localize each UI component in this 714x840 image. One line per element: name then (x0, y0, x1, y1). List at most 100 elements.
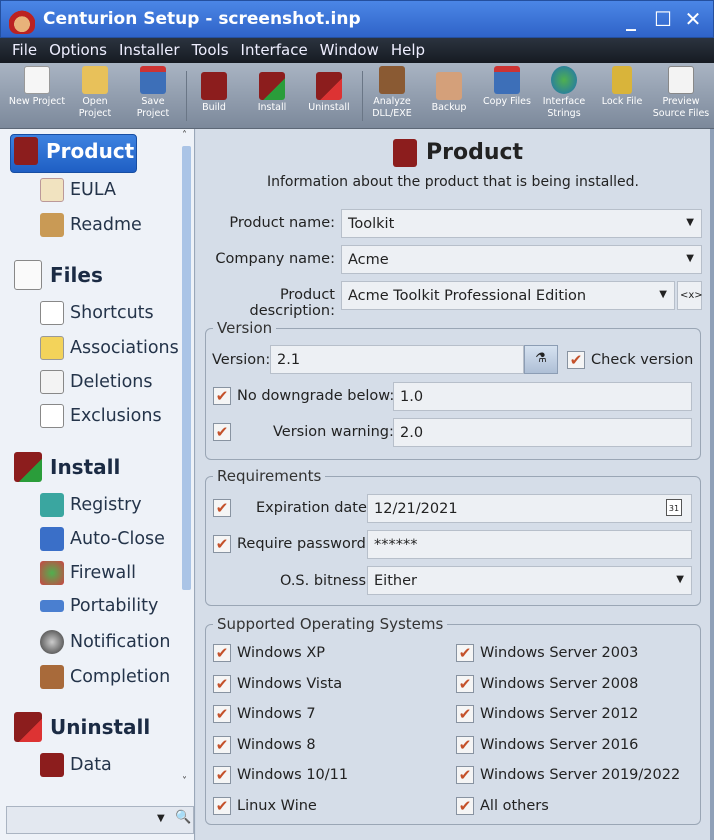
analyze-dll-button[interactable]: Analyze DLL/EXE (363, 66, 421, 120)
sidebar-item-install[interactable]: Install (14, 452, 120, 482)
close-button[interactable]: ✕ (679, 7, 707, 31)
sidebar-item-readme[interactable]: Readme (40, 213, 142, 237)
calendar-icon[interactable]: 31 (666, 499, 682, 516)
product-box-icon (14, 137, 38, 165)
lock-file-button[interactable]: Lock File (593, 66, 651, 108)
button-label: Interface Strings (542, 96, 586, 119)
uninstall-button[interactable]: Uninstall (300, 72, 358, 114)
preview-source-button[interactable]: Preview Source Files (650, 66, 712, 120)
maximize-button[interactable]: ☐ (649, 7, 677, 31)
version-warning-checkbox[interactable]: ✔ (213, 423, 231, 441)
button-label: New Project (8, 96, 66, 107)
bitness-select[interactable]: Either (367, 566, 692, 595)
no-downgrade-checkbox[interactable]: ✔ (213, 387, 231, 405)
button-label: Uninstall (308, 102, 350, 113)
scroll-down-icon[interactable]: ˅ (182, 776, 187, 787)
menu-interface[interactable]: Interface (235, 38, 314, 63)
preview-icon (668, 66, 694, 94)
button-label: Backup (431, 102, 467, 113)
sidebar-item-exclusions[interactable]: Exclusions (40, 404, 162, 428)
sidebar-item-uninstall[interactable]: Uninstall (14, 712, 150, 742)
uninstall-icon (316, 72, 342, 100)
sidebar-item-firewall[interactable]: Firewall (40, 561, 136, 585)
os-checkbox[interactable]: ✔ (213, 796, 231, 815)
menu-file[interactable]: File (6, 38, 43, 63)
build-icon (201, 72, 227, 100)
button-label: Install (257, 102, 287, 113)
sidebar-item-notification[interactable]: Notification (40, 630, 170, 654)
microscope-icon[interactable]: ⚗ (524, 345, 558, 374)
password-input[interactable]: ****** (367, 530, 692, 559)
copy-files-button[interactable]: Copy Files (478, 66, 536, 108)
save-project-icon (140, 66, 166, 94)
os-checkbox[interactable]: ✔ (456, 644, 474, 662)
sidebar-item-shortcuts[interactable]: Shortcuts (40, 301, 154, 325)
deletions-icon (40, 370, 64, 394)
insert-variable-button[interactable]: <x> (677, 281, 703, 310)
sidebar-item-label: EULA (70, 180, 116, 200)
os-checkbox[interactable]: ✔ (456, 735, 474, 754)
menu-installer[interactable]: Installer (113, 38, 186, 63)
sidebar-item-label: Data (70, 755, 112, 775)
new-project-button[interactable]: New Project (8, 66, 66, 108)
sidebar-item-label: Deletions (70, 372, 153, 392)
os-checkbox[interactable]: ✔ (213, 705, 231, 723)
build-button[interactable]: Build (185, 72, 243, 114)
sidebar-item-label: Firewall (70, 563, 136, 583)
check-version-checkbox[interactable]: ✔ (567, 351, 585, 369)
os-checkbox[interactable]: ✔ (456, 674, 474, 693)
os-checkbox[interactable]: ✔ (456, 796, 474, 815)
sidebar-item-auto-close[interactable]: Auto-Close (40, 527, 165, 551)
scroll-up-icon[interactable]: ˄ (182, 130, 187, 141)
search-icon[interactable]: 🔍 (175, 810, 191, 825)
menu-window[interactable]: Window (314, 38, 385, 63)
sidebar-scrollbar-thumb[interactable] (182, 146, 191, 590)
os-checkbox[interactable]: ✔ (213, 735, 231, 754)
sidebar-item-label: Registry (70, 495, 142, 515)
os-checkbox[interactable]: ✔ (213, 644, 231, 662)
os-checkbox[interactable]: ✔ (213, 766, 231, 784)
minimize-button[interactable]: _ (617, 7, 645, 31)
sidebar-item-portability[interactable]: Portability (40, 596, 158, 616)
open-project-button[interactable]: Open Project (66, 66, 124, 120)
sidebar-item-registry[interactable]: Registry (40, 493, 142, 517)
product-description-combo[interactable]: Acme Toolkit Professional Edition (341, 281, 675, 310)
menu-options[interactable]: Options (43, 38, 113, 63)
company-name-combo[interactable]: Acme (341, 245, 702, 274)
os-checkbox[interactable]: ✔ (213, 674, 231, 693)
sidebar-item-associations[interactable]: Associations (40, 336, 179, 360)
open-project-icon (82, 66, 108, 94)
os-label: Windows Server 2012 (480, 706, 639, 722)
sidebar-search-box[interactable]: ▼ 🔍 (6, 806, 194, 834)
backup-button[interactable]: Backup (420, 72, 478, 114)
sidebar-item-label: Files (50, 263, 103, 287)
menu-tools[interactable]: Tools (186, 38, 235, 63)
sidebar-item-product[interactable]: Product (14, 137, 134, 165)
no-downgrade-label: No downgrade below: (237, 388, 395, 404)
require-password-checkbox[interactable]: ✔ (213, 535, 231, 553)
sidebar-item-eula[interactable]: EULA (40, 178, 116, 202)
expiration-date-input[interactable]: 12/21/2021 (367, 494, 692, 523)
install-button[interactable]: Install (243, 72, 301, 114)
sidebar-item-completion[interactable]: Completion (40, 665, 170, 689)
version-input[interactable]: 2.1 (270, 345, 524, 374)
version-warning-input[interactable]: 2.0 (393, 418, 692, 447)
interface-strings-button[interactable]: Interface Strings (535, 66, 593, 120)
expiration-checkbox[interactable]: ✔ (213, 499, 231, 517)
sidebar-item-label: Readme (70, 215, 142, 235)
os-label: Windows XP (237, 645, 326, 661)
sidebar-item-deletions[interactable]: Deletions (40, 370, 153, 394)
version-warning-label: Version warning: (273, 424, 394, 440)
product-name-combo[interactable]: Toolkit (341, 209, 702, 238)
menu-help[interactable]: Help (385, 38, 431, 63)
os-checkbox[interactable]: ✔ (456, 766, 474, 784)
sidebar-item-files[interactable]: Files (14, 260, 103, 290)
sidebar-item-data[interactable]: Data (40, 753, 112, 777)
no-downgrade-input[interactable]: 1.0 (393, 382, 692, 411)
os-checkbox[interactable]: ✔ (456, 705, 474, 723)
supported-os-group-title: Supported Operating Systems (213, 615, 448, 633)
shortcut-icon (40, 301, 64, 325)
dropdown-arrow-icon[interactable]: ▼ (157, 813, 165, 824)
save-project-button[interactable]: Save Project (124, 66, 182, 120)
sidebar-item-label: Uninstall (50, 715, 151, 739)
